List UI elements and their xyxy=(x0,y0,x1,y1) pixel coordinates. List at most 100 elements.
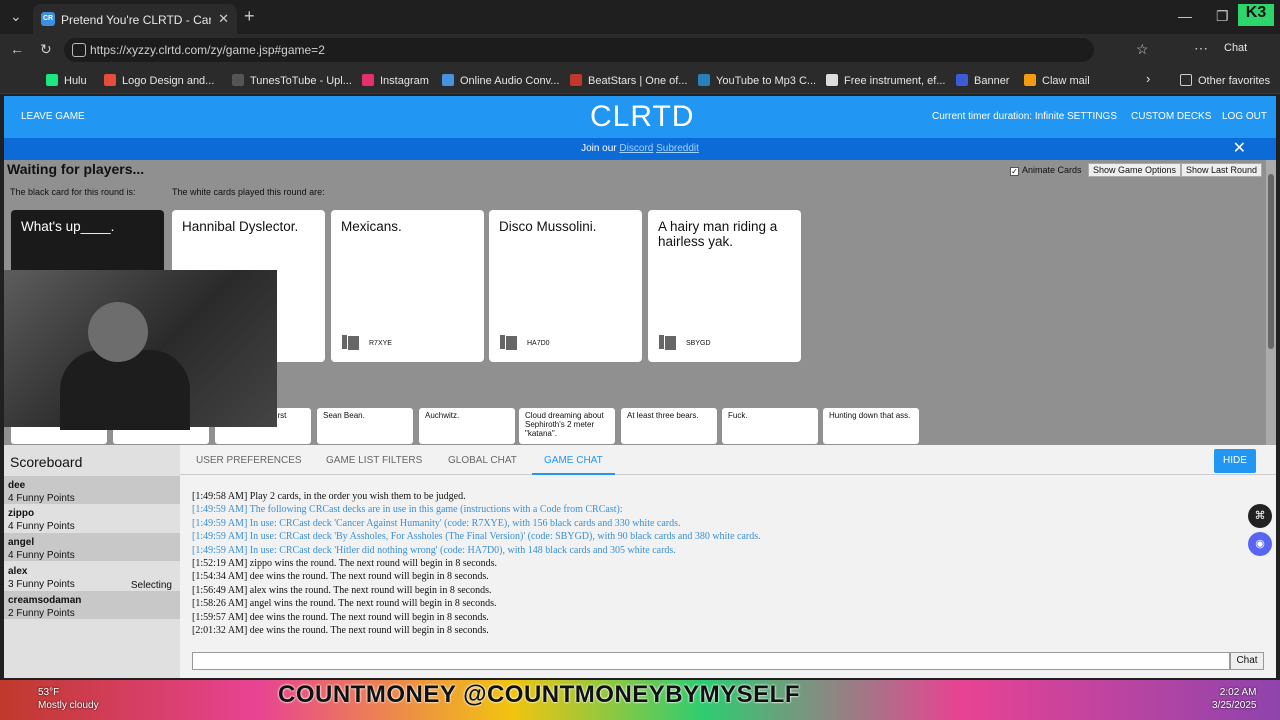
streamer-head xyxy=(88,302,148,362)
hand-card[interactable]: Fuck. xyxy=(722,408,818,444)
tab-user-preferences[interactable]: USER PREFERENCES xyxy=(196,455,302,466)
chat-line: [1:49:58 AM] Play 2 cards, in the order … xyxy=(192,491,466,502)
chat-line: [1:59:57 AM] dee wins the round. The nex… xyxy=(192,611,489,623)
chat-line: [2:01:32 AM] dee wins the round. The nex… xyxy=(192,625,489,637)
top-nav: LEAVE GAME CLRTD Current timer duration:… xyxy=(4,96,1276,138)
settings-link[interactable]: SETTINGS xyxy=(1067,111,1117,122)
logout-link[interactable]: LOG OUT xyxy=(1222,111,1267,122)
chat-send-button[interactable]: Chat xyxy=(1230,652,1264,670)
subreddit-link[interactable]: Subreddit xyxy=(656,143,699,154)
hand-card[interactable]: Hunting down that ass. xyxy=(823,408,919,444)
banner-text: Join our xyxy=(581,143,617,154)
close-banner-icon[interactable]: ✕ xyxy=(1233,138,1246,160)
chat-line: [1:49:59 AM] In use: CRCast deck 'By Ass… xyxy=(192,531,761,543)
page-scrollbar[interactable] xyxy=(1266,160,1276,445)
weather-widget[interactable]: 53°F Mostly cloudy xyxy=(38,686,99,712)
discord-link[interactable]: Discord xyxy=(619,143,653,154)
scroll-thumb[interactable] xyxy=(1268,174,1274,349)
chat-line: [1:58:26 AM] angel wins the round. The n… xyxy=(192,598,497,610)
chat-line: [1:49:59 AM] In use: CRCast deck 'Hitler… xyxy=(192,544,676,556)
timer-duration: Current timer duration: Infinite xyxy=(932,111,1065,122)
address-bar[interactable]: https://xyzzy.clrtd.com/zy/game.jsp#game… xyxy=(64,38,1094,62)
deck-code: SBYGD xyxy=(686,340,711,347)
tab-game-list-filters[interactable]: GAME LIST FILTERS xyxy=(326,455,422,466)
stream-overlay-text: COUNTMONEY @COUNTMONEYBYMYSELF xyxy=(278,681,800,708)
chat-log: [1:49:58 AM] Play 2 cards, in the order … xyxy=(192,490,1252,637)
white-card[interactable]: Disco Mussolini. HA7D0 xyxy=(489,210,642,362)
player-row: alex 3 Funny Points Selecting xyxy=(8,566,172,591)
favorites-icon[interactable]: ☆ xyxy=(1136,41,1149,58)
black-card-label: The black card for this round is: xyxy=(10,187,136,197)
tab-global-chat[interactable]: GLOBAL CHAT xyxy=(448,455,517,466)
bookmark-youtube-mp3[interactable]: YouTube to Mp3 C... xyxy=(698,74,816,87)
show-last-round-button[interactable]: Show Last Round xyxy=(1181,163,1263,177)
bookmarks-overflow-icon[interactable]: › xyxy=(1146,71,1150,86)
bookmark-other-favorites[interactable]: Other favorites xyxy=(1180,74,1270,87)
hand-card[interactable]: Cloud dreaming about Sephiroth's 2 meter… xyxy=(519,408,615,444)
bookmark-hulu[interactable]: Hulu xyxy=(46,74,87,87)
more-icon[interactable]: ⋯ xyxy=(1194,40,1208,57)
deck-icon xyxy=(341,334,363,351)
white-card[interactable]: A hairy man riding a hairless yak. SBYGD xyxy=(648,210,801,362)
site-favicon-icon: CR xyxy=(41,12,55,26)
bookmark-logo-design[interactable]: Logo Design and... xyxy=(104,74,214,87)
player-row: creamsodaman 2 Funny Points xyxy=(4,591,180,619)
bookmark-claw-mail[interactable]: Claw mail xyxy=(1024,74,1090,87)
bookmark-banner[interactable]: Banner xyxy=(956,74,1009,87)
panel-tabs: USER PREFERENCES GAME LIST FILTERS GLOBA… xyxy=(180,445,1276,475)
hide-button[interactable]: HIDE xyxy=(1214,449,1256,473)
deck-code: HA7D0 xyxy=(527,340,550,347)
hand-card[interactable]: Auchwitz. xyxy=(419,408,515,444)
hand-card[interactable]: At least three bears. xyxy=(621,408,717,444)
bookmarks-bar: Hulu Logo Design and... TunesToTube - Up… xyxy=(0,66,1280,94)
leave-game-link[interactable]: LEAVE GAME xyxy=(21,111,85,122)
game-status: Waiting for players... xyxy=(7,161,145,177)
new-tab-icon[interactable]: + xyxy=(244,6,255,27)
chat-line: [1:49:59 AM] The following CRCast decks … xyxy=(192,504,623,516)
chat-input[interactable] xyxy=(192,652,1230,670)
bookmark-tunestotube[interactable]: TunesToTube - Upl... xyxy=(232,74,352,87)
custom-decks-link[interactable]: CUSTOM DECKS xyxy=(1131,111,1211,122)
restore-icon[interactable]: ❐ xyxy=(1216,8,1229,25)
copilot-chat-button[interactable]: Chat xyxy=(1224,42,1247,54)
system-clock[interactable]: 2:02 AM 3/25/2025 xyxy=(1212,686,1257,712)
scoreboard: Scoreboard dee 4 Funny Points zippo 4 Funn… xyxy=(4,445,180,678)
tab-title: Pretend You're CLRTD - Cards Ag xyxy=(61,13,211,27)
bookmark-instagram[interactable]: Instagram xyxy=(362,74,429,87)
chat-line: [1:52:19 AM] zippo wins the round. The n… xyxy=(192,558,498,570)
extension-icon[interactable]: ⌘ xyxy=(1248,504,1272,528)
deck-code: R7XYE xyxy=(369,340,392,347)
close-tab-icon[interactable]: ✕ xyxy=(218,11,229,27)
deck-icon xyxy=(499,334,521,351)
url-text: https://xyzzy.clrtd.com/zy/game.jsp#game… xyxy=(90,43,325,57)
webcam-overlay xyxy=(4,270,277,430)
deck-icon xyxy=(658,334,680,351)
checkbox-icon[interactable]: ✓ xyxy=(1010,167,1019,176)
animate-cards-toggle[interactable]: ✓ Animate Cards xyxy=(1010,165,1082,176)
bookmark-beatstars[interactable]: BeatStars | One of... xyxy=(570,74,687,87)
scoreboard-title: Scoreboard xyxy=(10,454,83,470)
reload-icon[interactable]: ↻ xyxy=(40,41,52,58)
brand-title: CLRTD xyxy=(590,100,695,133)
white-card[interactable]: Mexicans. R7XYE xyxy=(331,210,484,362)
back-icon[interactable]: ← xyxy=(10,41,24,57)
discord-icon[interactable]: ◉ xyxy=(1248,532,1272,556)
bookmark-audio-converter[interactable]: Online Audio Conv... xyxy=(442,74,559,87)
chat-line: [1:54:34 AM] dee wins the round. The nex… xyxy=(192,571,489,583)
tab-game-chat[interactable]: GAME CHAT xyxy=(532,455,615,475)
active-tab[interactable]: CR Pretend You're CLRTD - Cards Ag ✕ xyxy=(33,4,237,34)
site-info-icon[interactable] xyxy=(72,43,86,57)
bookmark-free-instrument[interactable]: Free instrument, ef... xyxy=(826,74,945,87)
chat-line: [1:56:49 AM] alex wins the round. The ne… xyxy=(192,584,492,596)
show-game-options-button[interactable]: Show Game Options xyxy=(1088,163,1182,177)
discord-banner: Join our Discord Subreddit ✕ xyxy=(4,138,1276,160)
player-row: dee 4 Funny Points xyxy=(4,476,180,504)
browser-tab-strip: ⌄ CR Pretend You're CLRTD - Cards Ag ✕ +… xyxy=(0,0,1280,34)
player-row: zippo 4 Funny Points xyxy=(8,508,75,532)
player-row: angel 4 Funny Points xyxy=(4,533,180,561)
streamer-body xyxy=(60,350,190,430)
stream-logo-icon: K3 xyxy=(1238,4,1274,26)
minimize-icon[interactable]: — xyxy=(1178,8,1192,24)
tab-actions-icon[interactable]: ⌄ xyxy=(10,8,22,25)
hand-card[interactable]: Sean Bean. xyxy=(317,408,413,444)
